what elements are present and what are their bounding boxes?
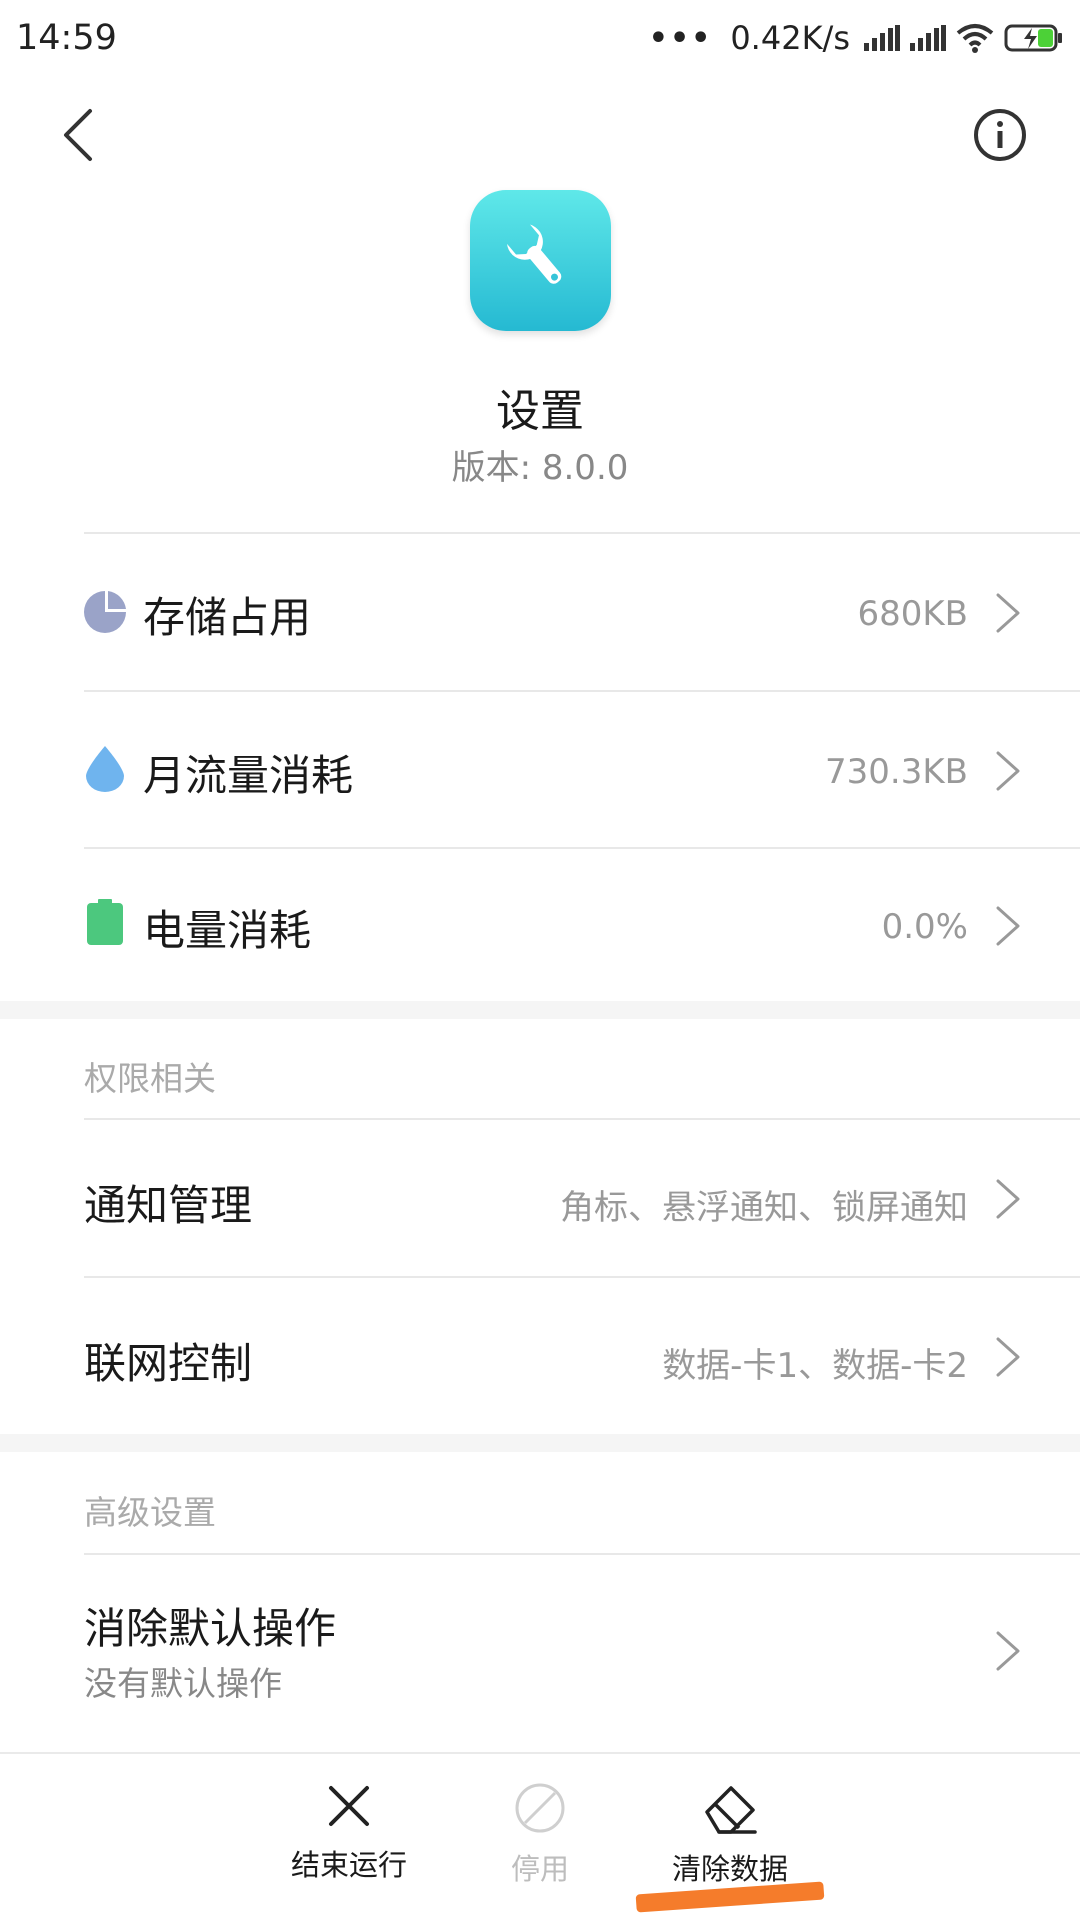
notification-management-label: 通知管理 xyxy=(84,1181,253,1230)
bottom-action-bar: 结束运行 停用 清除数据 xyxy=(0,1752,1080,1920)
chevron-right-icon xyxy=(996,1337,1020,1377)
status-right: ••• 0.42K/s xyxy=(649,19,1064,57)
close-icon xyxy=(329,1786,369,1826)
app-version: 版本: 8.0.0 xyxy=(451,448,629,488)
clear-data-label: 清除数据 xyxy=(671,1852,788,1886)
storage-label: 存储占用 xyxy=(143,593,312,642)
chevron-right-icon xyxy=(996,906,1020,946)
pie-chart-icon xyxy=(84,591,126,633)
chevron-left-icon xyxy=(64,109,92,161)
data-usage-value: 730.3KB xyxy=(825,752,968,792)
battery-usage-value: 0.0% xyxy=(881,907,968,947)
notification-management-value: 角标、悬浮通知、锁屏通知 xyxy=(560,1188,968,1228)
clear-defaults-sub: 没有默认操作 xyxy=(84,1664,282,1703)
status-dots: ••• xyxy=(648,20,713,56)
status-bar: 14:59 ••• 0.42K/s xyxy=(0,0,1080,76)
chevron-right-icon xyxy=(996,593,1020,633)
force-stop-button[interactable]: 结束运行 xyxy=(269,1782,429,1884)
battery-usage-label: 电量消耗 xyxy=(143,906,312,955)
signal-icon xyxy=(910,25,946,51)
clear-defaults-label: 消除默认操作 xyxy=(84,1604,337,1653)
disable-label: 停用 xyxy=(510,1852,569,1886)
clear-defaults-row[interactable]: 消除默认操作 没有默认操作 xyxy=(0,1555,1080,1745)
status-time: 14:59 xyxy=(16,18,117,58)
chevron-right-icon xyxy=(996,751,1020,791)
app-name: 设置 xyxy=(496,386,584,437)
header xyxy=(0,95,1080,175)
storage-value: 680KB xyxy=(857,594,968,634)
battery-charging-icon xyxy=(1004,23,1064,53)
battery-usage-row[interactable]: 电量消耗 0.0% xyxy=(0,849,1080,1001)
permissions-section-label: 权限相关 xyxy=(84,1059,216,1098)
section-gap xyxy=(0,1434,1080,1452)
data-usage-row[interactable]: 月流量消耗 730.3KB xyxy=(0,692,1080,848)
storage-row[interactable]: 存储占用 680KB xyxy=(0,534,1080,690)
disable-icon xyxy=(515,1783,565,1833)
notification-management-row[interactable]: 通知管理 角标、悬浮通知、锁屏通知 xyxy=(0,1120,1080,1277)
network-control-row[interactable]: 联网控制 数据-卡1、数据-卡2 xyxy=(0,1278,1080,1434)
chevron-right-icon xyxy=(996,1631,1020,1671)
wifi-icon xyxy=(956,23,994,53)
clear-data-button[interactable]: 清除数据 xyxy=(650,1782,810,1888)
data-usage-label: 月流量消耗 xyxy=(143,751,354,800)
disable-button[interactable]: 停用 xyxy=(460,1782,620,1888)
eraser-icon xyxy=(705,1786,757,1834)
back-button[interactable] xyxy=(52,105,102,165)
network-control-value: 数据-卡1、数据-卡2 xyxy=(662,1346,968,1386)
water-drop-icon xyxy=(84,746,126,792)
section-gap xyxy=(0,1001,1080,1019)
app-icon xyxy=(470,190,611,331)
wrench-icon xyxy=(506,224,561,284)
advanced-section-label: 高级设置 xyxy=(84,1493,216,1532)
info-button[interactable] xyxy=(970,105,1030,165)
battery-icon xyxy=(84,899,126,945)
network-control-label: 联网控制 xyxy=(84,1339,253,1388)
chevron-right-icon xyxy=(996,1179,1020,1219)
network-speed: 0.42K/s xyxy=(730,19,850,57)
force-stop-label: 结束运行 xyxy=(290,1848,407,1882)
signal-icon xyxy=(864,25,900,51)
info-icon xyxy=(974,109,1026,161)
